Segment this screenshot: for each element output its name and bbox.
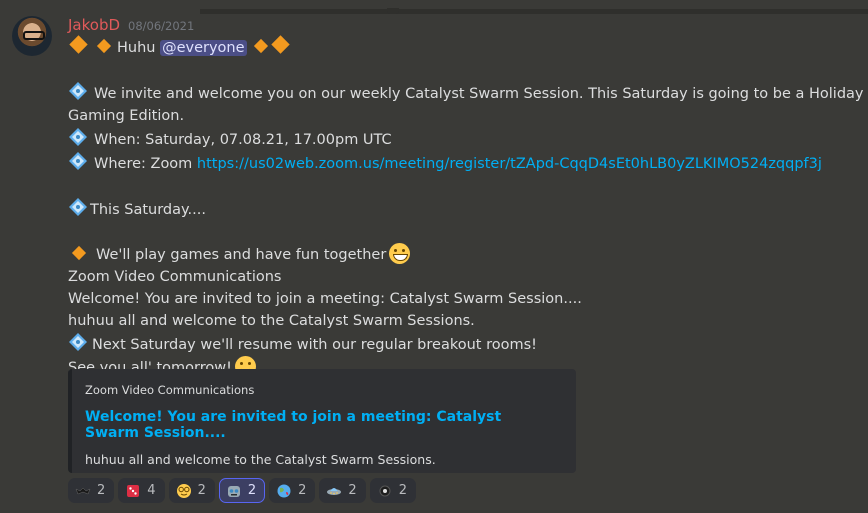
next-saturday-line: Next Saturday we'll resume with our regu…	[68, 332, 848, 356]
small-orange-diamond-icon	[96, 38, 112, 54]
everyone-mention[interactable]: @everyone	[160, 40, 247, 56]
dark-circle-icon	[377, 483, 393, 499]
ufo-icon	[326, 483, 342, 499]
zoom-company-text: Zoom Video Communications	[68, 269, 282, 285]
dark-bat-icon	[75, 483, 91, 499]
reaction-nerd-face[interactable]: 2	[168, 478, 215, 503]
reaction-red-dice[interactable]: 4	[118, 478, 165, 503]
robot-face-icon	[226, 483, 242, 499]
avatar[interactable]	[12, 16, 52, 56]
reaction-dark-circle[interactable]: 2	[369, 478, 416, 503]
embed-title[interactable]: Welcome! You are invited to join a meeti…	[85, 409, 560, 441]
globe-icon	[276, 483, 292, 499]
reaction-count: 2	[298, 483, 307, 498]
timestamp[interactable]: 08/06/2021	[128, 19, 194, 33]
diamond-with-dot-icon	[68, 197, 88, 217]
reaction-count: 2	[197, 483, 206, 498]
zoom-company-line: Zoom Video Communications	[68, 266, 848, 288]
greeting-text: Huhu	[117, 40, 156, 56]
huhuu-text: huhuu all and welcome to the Catalyst Sw…	[68, 313, 475, 329]
diamond-with-dot-icon	[68, 151, 88, 171]
invite-text-2: Gaming Edition.	[68, 108, 185, 124]
next-saturday-text: Next Saturday we'll resume with our regu…	[92, 337, 537, 353]
reaction-count: 2	[348, 483, 357, 498]
games-text: We'll play games and have fun together	[96, 247, 387, 263]
small-orange-diamond-icon	[71, 245, 87, 261]
orange-diamond-icon	[69, 35, 88, 54]
welcome-line: Welcome! You are invited to join a meeti…	[68, 288, 848, 310]
embed-provider: Zoom Video Communications	[85, 383, 255, 397]
invite-text-1: We invite and welcome you on our weekly …	[94, 86, 864, 102]
divider-line	[200, 9, 868, 14]
message-header: JakobD 08/06/2021	[68, 16, 194, 34]
where-line: Where: Zoom https://us02web.zoom.us/meet…	[68, 151, 848, 175]
small-orange-diamond-icon	[254, 38, 269, 54]
greeting-line: Huhu @everyone	[68, 35, 848, 59]
when-line: When: Saturday, 07.08.21, 17.00pm UTC	[68, 127, 848, 151]
where-text: Where: Zoom	[94, 156, 197, 172]
reaction-ufo[interactable]: 2	[319, 478, 366, 503]
reaction-globe[interactable]: 2	[269, 478, 316, 503]
diamond-with-dot-icon	[68, 127, 88, 147]
reactions-bar: 2 4 2 2 2 2 2	[68, 478, 416, 503]
message-content: Huhu @everyone We invite and welcome you…	[68, 35, 863, 379]
grinning-face-icon	[389, 243, 411, 264]
orange-diamond-icon	[271, 35, 290, 54]
username[interactable]: JakobD	[68, 16, 120, 34]
red-dice-icon	[125, 483, 141, 499]
this-saturday-line: This Saturday....	[68, 197, 848, 221]
divider-notch	[387, 8, 399, 14]
reaction-robot-face[interactable]: 2	[218, 478, 266, 503]
reaction-count: 2	[247, 483, 257, 498]
diamond-with-dot-icon	[68, 81, 88, 101]
link-embed: Zoom Video Communications Welcome! You a…	[68, 369, 576, 473]
invite-line-cont: Gaming Edition.	[68, 105, 848, 127]
reaction-dark-bat[interactable]: 2	[68, 478, 115, 503]
diamond-with-dot-icon	[68, 332, 88, 352]
reaction-count: 2	[97, 483, 106, 498]
invite-line: We invite and welcome you on our weekly …	[68, 81, 863, 105]
reaction-count: 4	[147, 483, 156, 498]
when-text: When: Saturday, 07.08.21, 17.00pm UTC	[94, 132, 392, 148]
nerd-face-icon	[176, 483, 192, 499]
top-divider	[0, 0, 868, 14]
zoom-link[interactable]: https://us02web.zoom.us/meeting/register…	[197, 156, 822, 172]
reaction-count: 2	[398, 483, 407, 498]
this-saturday-text: This Saturday....	[90, 202, 206, 218]
games-line: We'll play games and have fun together	[68, 243, 848, 266]
welcome-text: Welcome! You are invited to join a meeti…	[68, 291, 582, 307]
huhuu-line: huhuu all and welcome to the Catalyst Sw…	[68, 310, 848, 332]
embed-description: huhuu all and welcome to the Catalyst Sw…	[85, 452, 436, 467]
avatar-glasses	[23, 31, 45, 40]
